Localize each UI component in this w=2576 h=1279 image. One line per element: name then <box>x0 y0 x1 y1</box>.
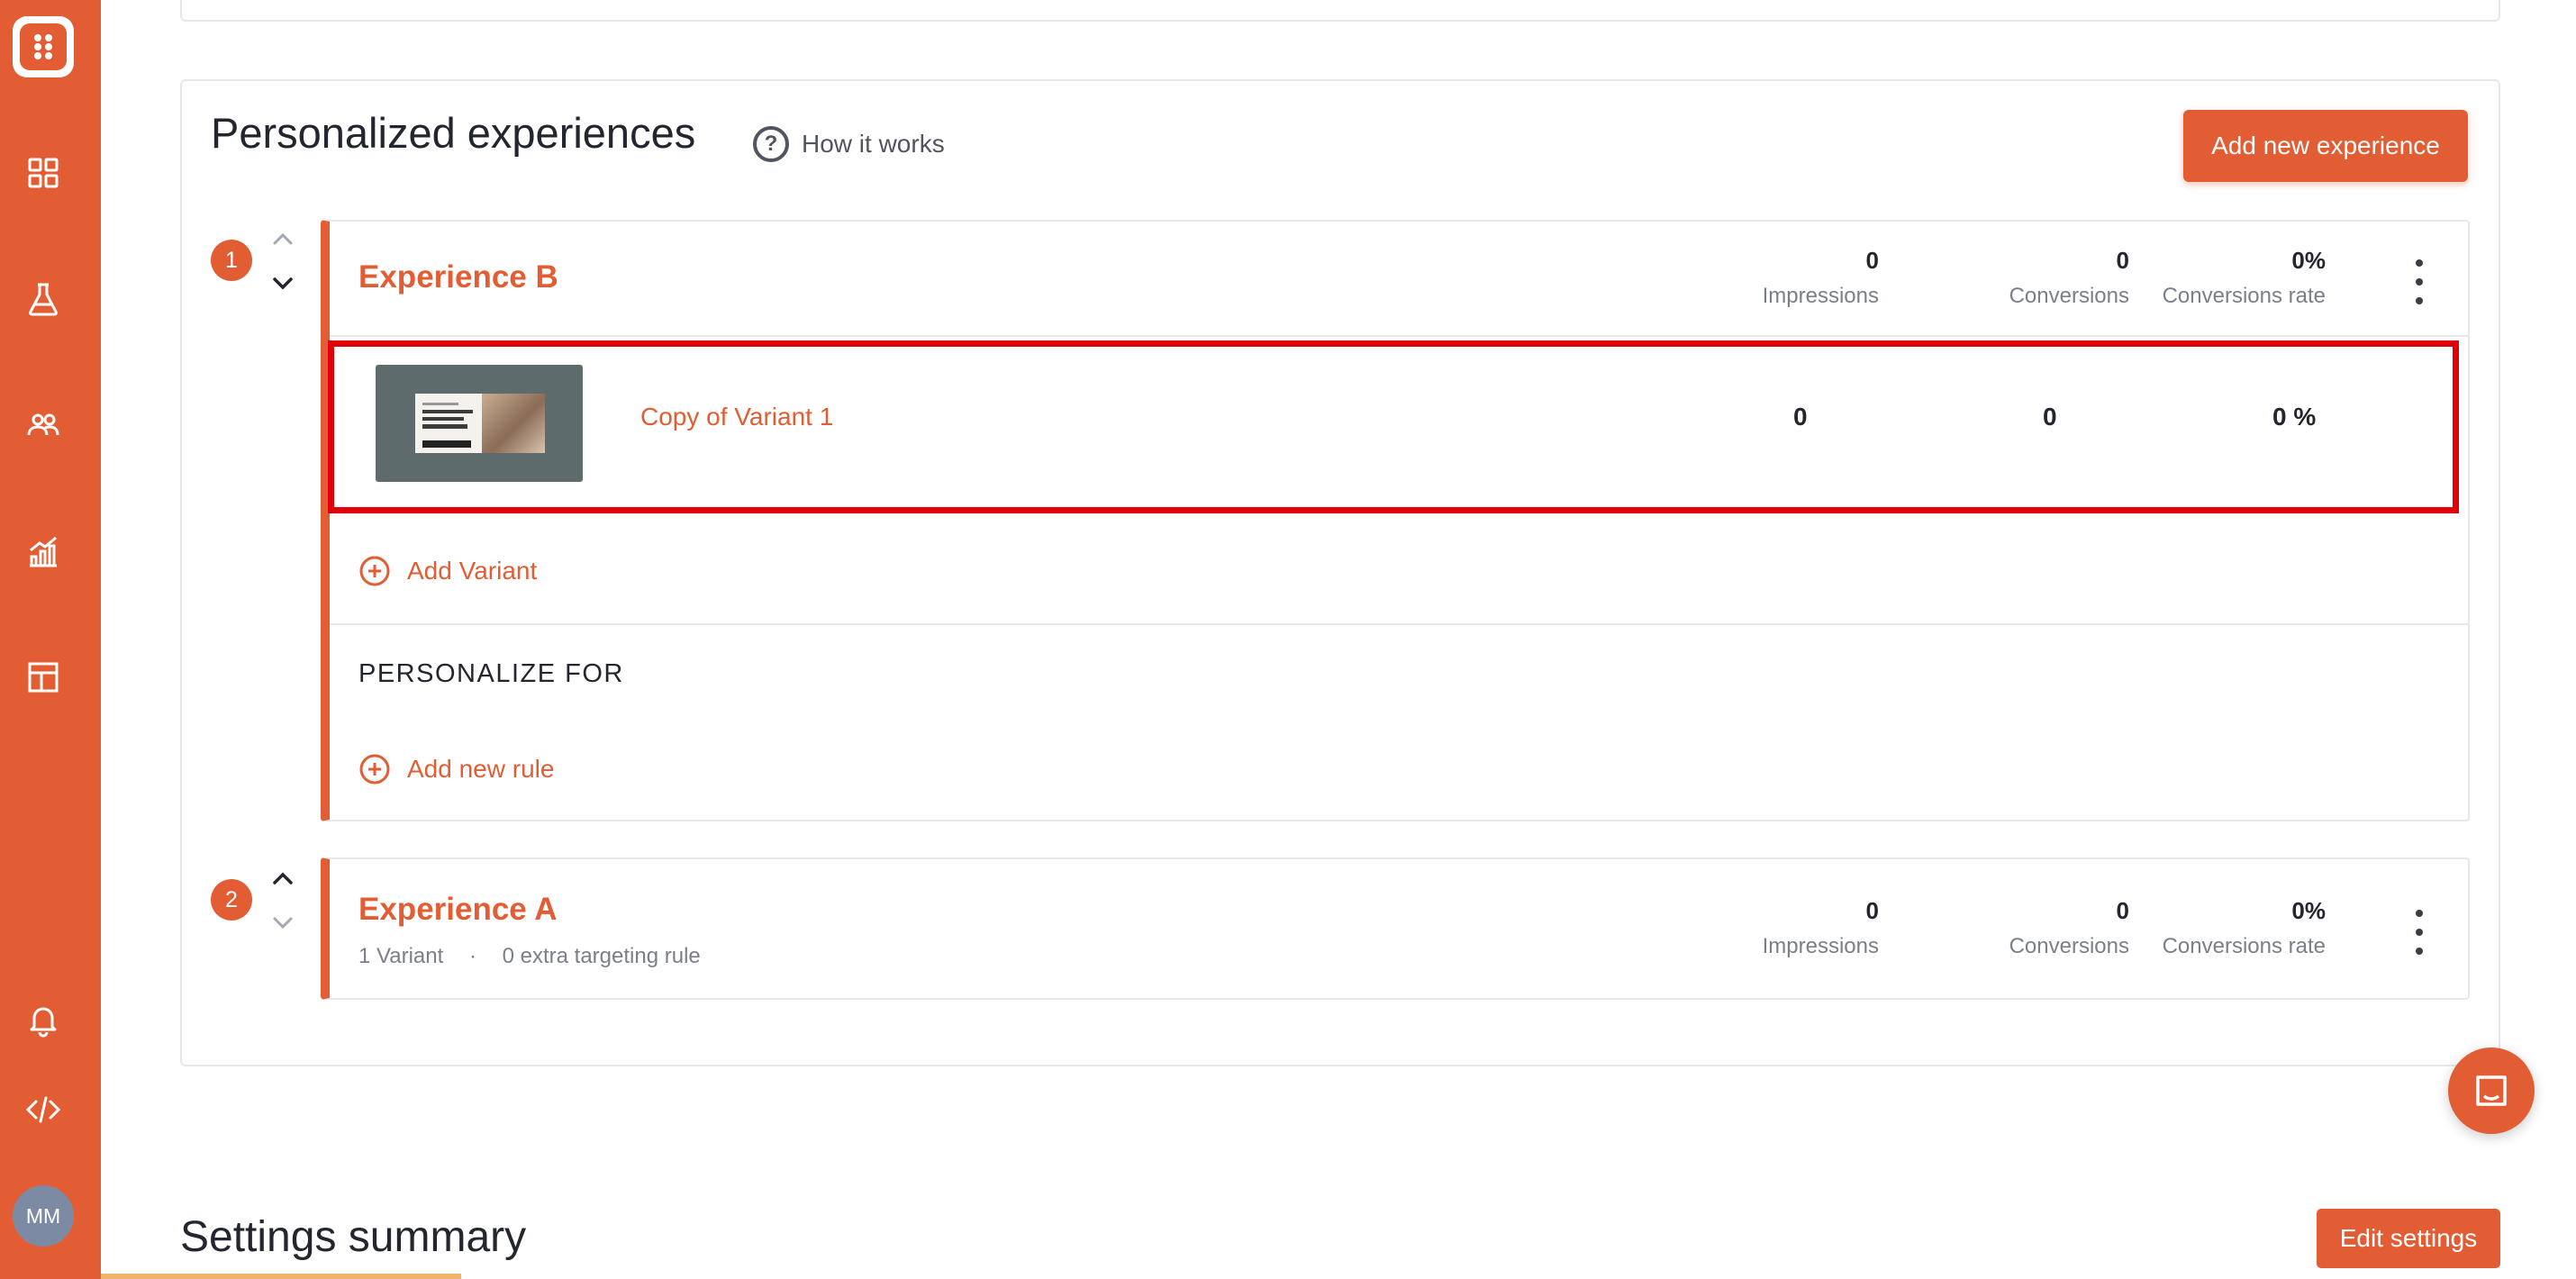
plus-circle-icon <box>359 556 390 586</box>
how-it-works-link[interactable]: ? How it works <box>753 126 945 162</box>
add-variant-button[interactable]: Add Variant <box>358 555 537 587</box>
personalize-for-heading: PERSONALIZE FOR <box>358 659 624 688</box>
variant-impressions: 0 <box>1793 403 1808 431</box>
divider <box>330 623 2468 625</box>
code-icon[interactable] <box>25 1092 61 1128</box>
avatar[interactable]: MM <box>13 1185 74 1247</box>
bell-icon[interactable] <box>25 1002 61 1038</box>
loading-progress-bar <box>101 1274 461 1279</box>
conversions-metric: 0 Conversions <box>2009 247 2129 308</box>
section-title: Personalized experiences <box>211 109 696 157</box>
users-icon[interactable] <box>25 407 61 443</box>
sidebar: MM <box>0 0 101 1279</box>
plus-circle-icon <box>359 754 390 785</box>
experience-index-badge: 2 <box>211 879 252 921</box>
add-new-experience-button[interactable]: Add new experience <box>2183 110 2468 182</box>
move-down-arrow-icon[interactable] <box>269 272 296 294</box>
impressions-metric: 0 Impressions <box>1762 247 1879 308</box>
variant-conversion-rate: 0 % <box>2272 403 2317 431</box>
variant-conversions: 0 <box>2043 403 2057 431</box>
add-new-rule-button[interactable]: Add new rule <box>358 753 554 785</box>
dashboard-icon[interactable] <box>25 155 61 191</box>
experience-index-badge: 1 <box>211 240 252 281</box>
variant-thumbnail[interactable] <box>376 365 583 482</box>
analytics-icon[interactable] <box>25 533 61 569</box>
move-up-arrow-icon[interactable] <box>269 868 296 890</box>
experience-name[interactable]: Experience B <box>358 259 558 295</box>
more-options-icon[interactable] <box>2410 259 2428 304</box>
add-variant-label: Add Variant <box>407 557 538 585</box>
previous-card <box>180 0 2500 22</box>
experience-card: Experience A 1 Variant · 0 extra targeti… <box>321 857 2470 1000</box>
add-new-rule-label: Add new rule <box>407 755 555 783</box>
how-it-works-label: How it works <box>802 130 945 158</box>
experience-card: Experience B 0 Impressions 0 Conversions… <box>321 220 2470 821</box>
edit-settings-button[interactable]: Edit settings <box>2317 1209 2500 1268</box>
flask-icon[interactable] <box>25 281 61 317</box>
variant-name-link[interactable]: Copy of Variant 1 <box>640 403 833 431</box>
conversion-rate-metric: 0% Conversions rate <box>2162 897 2326 958</box>
help-icon: ? <box>753 126 789 162</box>
layout-icon[interactable] <box>25 659 61 695</box>
experience-summary: 1 Variant · 0 extra targeting rule <box>358 944 701 968</box>
conversion-rate-metric: 0% Conversions rate <box>2162 247 2326 308</box>
chat-widget-button[interactable] <box>2448 1048 2535 1134</box>
app-logo[interactable] <box>13 16 74 77</box>
divider <box>330 335 2468 337</box>
chat-icon <box>2476 1075 2507 1106</box>
move-up-arrow-icon[interactable] <box>269 229 296 250</box>
more-options-icon[interactable] <box>2410 910 2428 955</box>
experience-name[interactable]: Experience A <box>358 892 557 928</box>
conversions-metric: 0 Conversions <box>2009 897 2129 958</box>
move-down-arrow-icon[interactable] <box>269 912 296 933</box>
variant-row[interactable]: Copy of Variant 1 0 0 0 % <box>328 340 2459 513</box>
settings-summary-title: Settings summary <box>180 1213 527 1261</box>
impressions-metric: 0 Impressions <box>1762 897 1879 958</box>
